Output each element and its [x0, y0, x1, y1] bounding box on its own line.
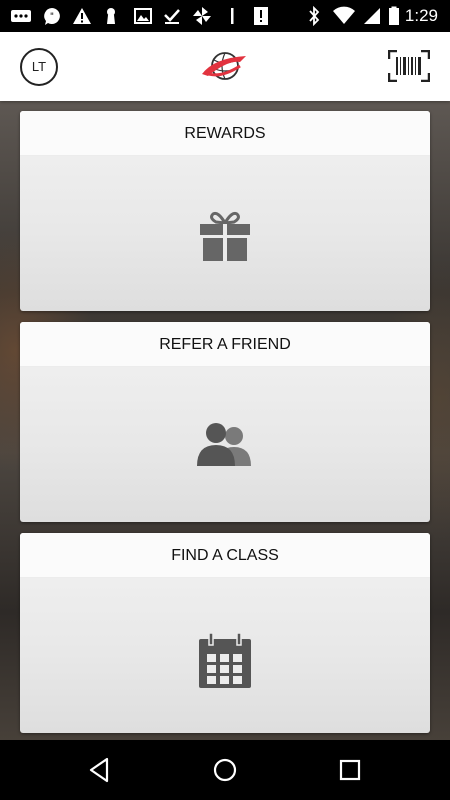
keyhole-icon: [107, 8, 115, 24]
globe-swoosh-logo: [202, 52, 246, 80]
rewards-card[interactable]: REWARDS: [20, 111, 430, 311]
card-title: REWARDS: [20, 111, 430, 156]
card-title: FIND A CLASS: [20, 533, 430, 578]
download-done-icon: [164, 9, 180, 24]
status-time: 1:29: [404, 6, 438, 25]
vertical-bar-icon: [231, 8, 234, 24]
nav-bar: [0, 740, 450, 800]
people-icon: [197, 423, 251, 466]
chat-bubble-icon: ": [44, 8, 60, 25]
alert-icon: [73, 8, 91, 24]
svg-text:": ": [50, 12, 54, 22]
barcode-scan-icon[interactable]: [388, 50, 430, 82]
battery-icon: [389, 6, 399, 25]
content-area: REWARDS REFER A FRIEND FIND A CLASS: [0, 101, 450, 740]
recents-icon[interactable]: [339, 757, 361, 783]
refer-friend-card[interactable]: REFER A FRIEND: [20, 322, 430, 522]
gift-icon: [200, 211, 250, 261]
sim-alert-icon: [254, 7, 268, 25]
app-header: LT: [0, 32, 450, 101]
hangouts-icon: [11, 10, 31, 22]
signal-icon: [364, 8, 380, 24]
back-icon[interactable]: [88, 757, 110, 783]
avatar[interactable]: LT: [20, 48, 58, 86]
calendar-icon: [199, 633, 251, 688]
bluetooth-icon: [309, 6, 320, 26]
find-class-card[interactable]: FIND A CLASS: [20, 533, 430, 733]
home-icon[interactable]: [212, 757, 238, 783]
image-icon: [134, 8, 152, 24]
pinwheel-icon: [193, 7, 211, 25]
card-title: REFER A FRIEND: [20, 322, 430, 367]
status-bar: " 1:29: [0, 0, 450, 32]
wifi-icon: [333, 6, 355, 24]
